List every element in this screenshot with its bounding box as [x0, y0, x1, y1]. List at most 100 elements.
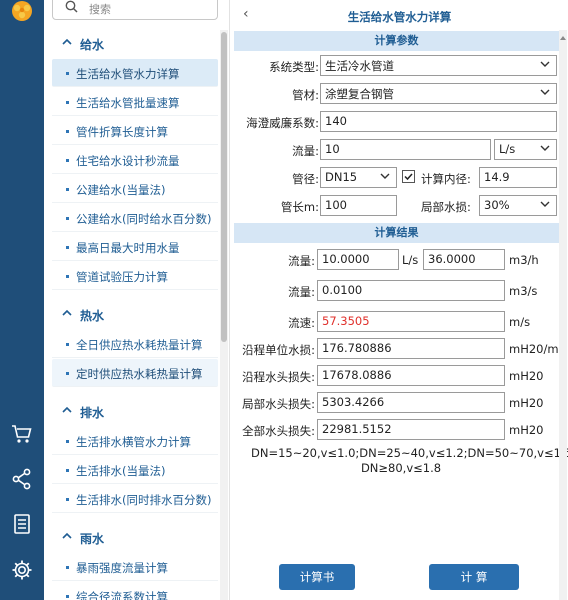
diameter-value: DN15	[325, 170, 358, 184]
result-total-loss-unit: mH20	[509, 423, 544, 437]
sidebar-item-public-percent[interactable]: 公建给水(同时给水百分数)	[52, 204, 218, 232]
result-friction-loss-unit: mH20	[509, 369, 544, 383]
cart-icon[interactable]	[10, 422, 34, 446]
inner-diameter-input[interactable]: 14.9	[479, 167, 557, 188]
bullet-icon	[66, 159, 69, 162]
bullet-icon	[66, 498, 69, 501]
result-flow2-label: 流量:	[288, 285, 315, 299]
result-friction-loss-label: 沿程水头损失:	[242, 370, 315, 384]
diameter-select[interactable]: DN15	[320, 167, 397, 188]
chevron-down-icon	[540, 89, 550, 95]
result-flow-ls-unit: L/s	[402, 253, 419, 267]
sidebar-item-label: 生活给水管批量速算	[76, 96, 180, 110]
result-flow-m3h-unit: m3/h	[509, 253, 539, 267]
params-band: 计算参数	[234, 31, 559, 51]
sidebar-item-drain-equivalent[interactable]: 生活排水(当量法)	[52, 456, 218, 484]
inner-diameter-checkbox[interactable]	[402, 170, 415, 183]
sidebar-item-label: 最高日最大时用水量	[76, 241, 180, 255]
velocity-limits-note: DN=15~20,v≤1.0;DN=25~40,v≤1.2;DN=50~70,v…	[251, 446, 568, 476]
bullet-icon	[66, 246, 69, 249]
sidebar-item-label: 公建给水(同时给水百分数)	[76, 212, 212, 226]
result-local-loss: 5303.4266	[317, 392, 505, 413]
system-type-select[interactable]: 生活冷水管道	[320, 55, 557, 76]
settings-gear-icon[interactable]	[10, 558, 34, 582]
chevron-up-icon	[62, 532, 72, 539]
sidebar-item-supply-batch[interactable]: 生活给水管批量速算	[52, 88, 218, 116]
main-scrollbar[interactable]	[559, 30, 567, 600]
sidebar-item-label: 暴雨强度流量计算	[76, 561, 168, 575]
sidebar-item-timed-heat[interactable]: 定时供应热水耗热量计算	[52, 359, 218, 387]
length-input[interactable]: 100	[320, 195, 397, 216]
bullet-icon	[66, 101, 69, 104]
sidebar-item-label: 管件折算长度计算	[76, 125, 168, 139]
chevron-up-icon	[62, 38, 72, 45]
inner-diameter-label: 计算内径:	[421, 172, 471, 186]
sidebar-item-public-equivalent[interactable]: 公建给水(当量法)	[52, 175, 218, 203]
section-title: 雨水	[80, 532, 105, 546]
result-flow-m3s: 0.0100	[317, 280, 505, 301]
bullet-icon	[66, 217, 69, 220]
sidebar-item-runoff-coef[interactable]: 综合径流系数计算	[52, 582, 218, 600]
flow-unit-value: L/s	[499, 142, 516, 156]
sidebar-item-allday-heat[interactable]: 全日供应热水耗热量计算	[52, 330, 218, 358]
sidebar-item-supply-detailed[interactable]: 生活给水管水力详算	[52, 59, 218, 87]
sidebar-item-label: 管道试验压力计算	[76, 270, 168, 284]
search-box[interactable]: 搜索	[52, 0, 218, 20]
chevron-down-icon	[540, 61, 550, 67]
material-select[interactable]: 涂塑复合钢管	[320, 83, 557, 104]
section-water-supply[interactable]: 给水	[52, 30, 218, 56]
section-title: 给水	[80, 38, 105, 52]
result-velocity-unit: m/s	[509, 315, 531, 329]
material-value: 涂塑复合钢管	[325, 87, 394, 101]
page-title: 生活给水管水力详算	[347, 10, 452, 24]
sidebar: 搜索 给水 生活给水管水力详算 生活给水管批量速算 管件折算长度计算 住宅给水设…	[44, 0, 230, 600]
section-title: 排水	[80, 406, 105, 420]
calculate-button[interactable]: 计 算	[429, 564, 519, 590]
search-icon	[65, 0, 78, 13]
chevron-up-icon	[62, 406, 72, 413]
result-flow-m3s-unit: m3/s	[509, 284, 538, 298]
sidebar-item-label: 生活排水(同时排水百分数)	[76, 493, 212, 507]
section-drainage[interactable]: 排水	[52, 398, 218, 424]
sidebar-item-drain-pipe[interactable]: 生活排水横管水力计算	[52, 427, 218, 455]
section-rainwater[interactable]: 雨水	[52, 524, 218, 550]
bullet-icon	[66, 469, 69, 472]
sidebar-item-test-pressure[interactable]: 管道试验压力计算	[52, 262, 218, 290]
share-icon[interactable]	[10, 467, 34, 491]
sidebar-item-label: 定时供应热水耗热量计算	[76, 367, 203, 381]
header: ‹ 生活给水管水力详算	[231, 0, 568, 30]
app-logo	[12, 1, 32, 21]
result-total-loss-label: 全部水头损失:	[242, 424, 315, 438]
chevron-down-icon	[540, 145, 550, 151]
bullet-icon	[66, 275, 69, 278]
local-loss-select[interactable]: 30%	[479, 195, 557, 216]
material-label: 管材:	[292, 88, 319, 102]
sidebar-item-fitting-length[interactable]: 管件折算长度计算	[52, 117, 218, 145]
result-velocity: 57.3505	[317, 311, 505, 332]
length-label: 管长m:	[280, 200, 319, 214]
flow-unit-select[interactable]: L/s	[494, 139, 557, 160]
bullet-icon	[66, 440, 69, 443]
sidebar-scrollbar-thumb[interactable]	[221, 32, 227, 342]
sidebar-item-max-hourly[interactable]: 最高日最大时用水量	[52, 233, 218, 261]
hazen-input[interactable]: 140	[320, 111, 557, 132]
flow-input[interactable]: 10	[320, 139, 491, 160]
main-panel: ‹ 生活给水管水力详算 计算参数 系统类型: 生活冷水管道 管材: 涂塑复合钢管…	[231, 0, 568, 600]
calc-book-button[interactable]: 计算书	[279, 564, 355, 590]
section-hot-water[interactable]: 热水	[52, 301, 218, 327]
sidebar-item-residential-flow[interactable]: 住宅给水设计秒流量	[52, 146, 218, 174]
band-title: 计算结果	[374, 226, 419, 239]
flow-label: 流量:	[292, 144, 319, 158]
bullet-icon	[66, 343, 69, 346]
result-local-loss-unit: mH20	[509, 396, 544, 410]
result-flow-ls: 10.0000	[317, 249, 399, 270]
scroll-up-arrow-icon[interactable]	[560, 34, 566, 42]
hazen-label: 海澄威廉系数:	[246, 116, 319, 130]
search-input[interactable]: 搜索	[89, 1, 111, 17]
result-velocity-label: 流速:	[288, 316, 315, 330]
chevron-down-icon	[380, 173, 390, 179]
document-icon[interactable]	[10, 512, 34, 536]
sidebar-item-drain-percent[interactable]: 生活排水(同时排水百分数)	[52, 485, 218, 513]
result-total-loss: 22981.5152	[317, 419, 505, 440]
sidebar-item-storm-intensity[interactable]: 暴雨强度流量计算	[52, 553, 218, 581]
